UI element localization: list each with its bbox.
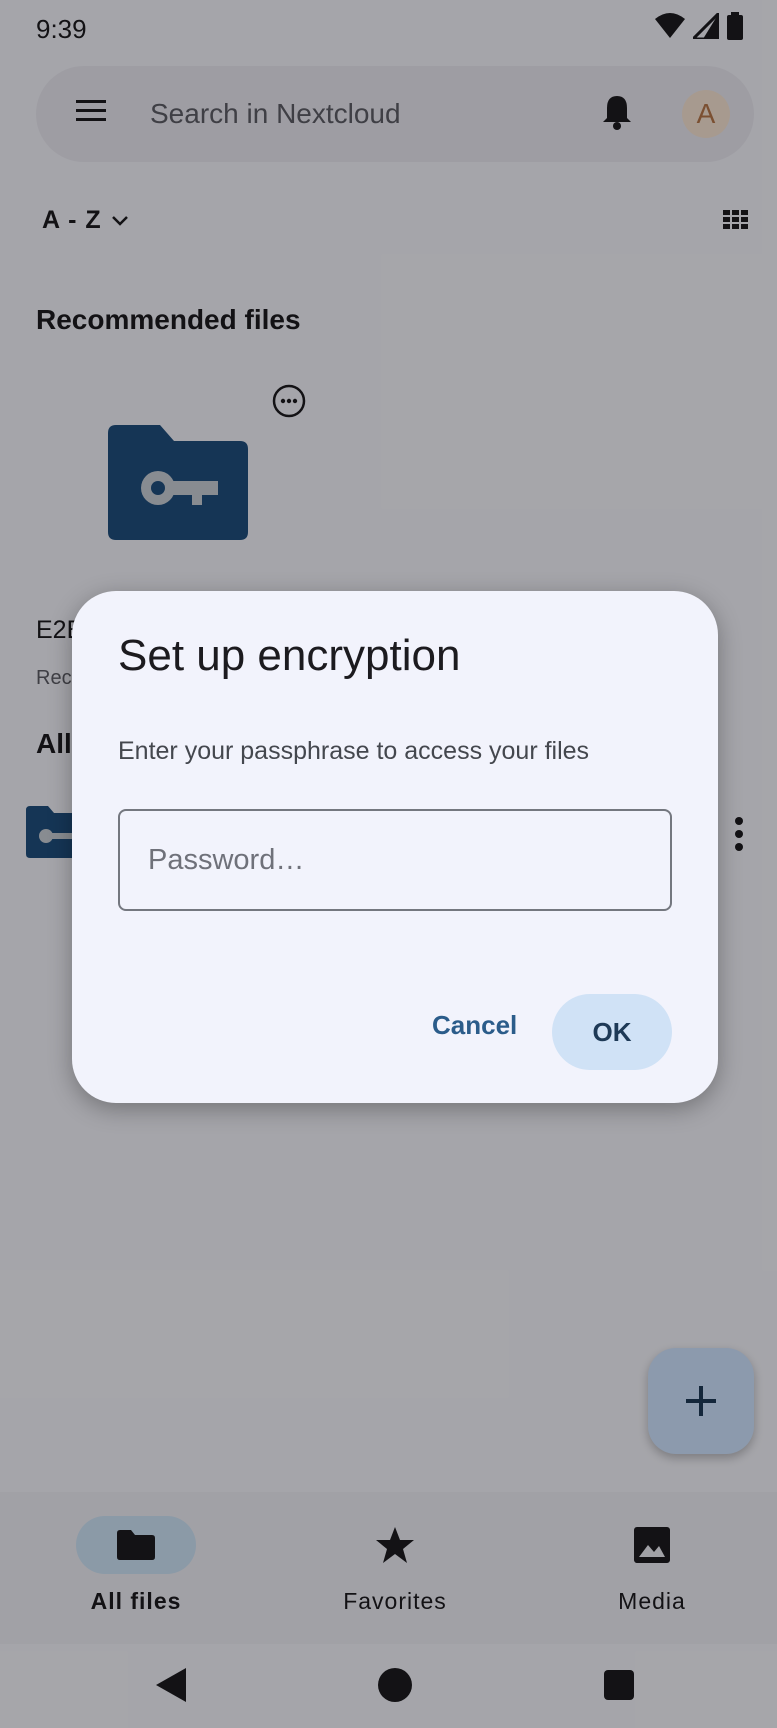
encryption-dialog: Set up encryption Enter your passphrase … [72, 591, 718, 1103]
ok-button[interactable]: OK [552, 994, 672, 1070]
dialog-title: Set up encryption [118, 631, 461, 680]
password-field[interactable] [118, 809, 672, 911]
cancel-button[interactable]: Cancel [412, 994, 537, 1057]
dialog-message: Enter your passphrase to access your fil… [118, 737, 590, 765]
